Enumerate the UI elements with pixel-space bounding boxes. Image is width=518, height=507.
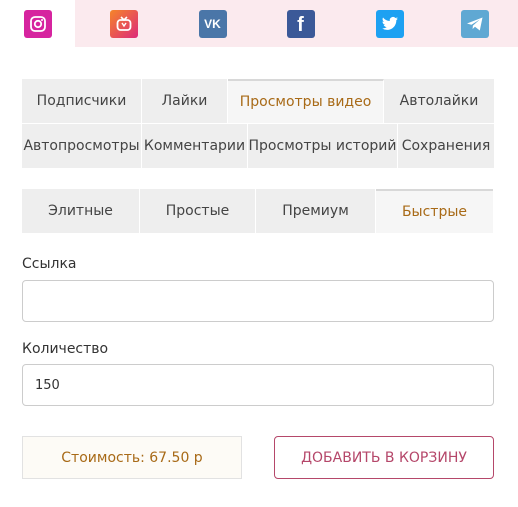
vk-icon: VK xyxy=(198,9,227,38)
link-label: Ссылка xyxy=(22,256,77,272)
tab-story-views[interactable]: Просмотры историй xyxy=(248,124,398,168)
tab-simple[interactable]: Простые xyxy=(140,189,256,233)
twitter-icon xyxy=(376,9,404,38)
quantity-input[interactable] xyxy=(22,364,494,406)
tab-elite[interactable]: Элитные xyxy=(22,189,140,233)
social-tab-instagram[interactable] xyxy=(0,0,75,47)
quantity-label: Количество xyxy=(22,341,109,357)
tab-subscribers[interactable]: Подписчики xyxy=(22,79,142,123)
telegram-icon xyxy=(460,9,489,38)
instagram-icon xyxy=(23,9,52,38)
tab-comments[interactable]: Комментарии xyxy=(142,124,248,168)
tab-saves[interactable]: Сохранения xyxy=(398,124,494,168)
tab-likes[interactable]: Лайки xyxy=(142,79,228,123)
tab-auto-likes[interactable]: Автолайки xyxy=(384,79,494,123)
tab-premium[interactable]: Премиум xyxy=(256,189,376,233)
quality-tabs: Элитные Простые Премиум Быстрые xyxy=(22,189,493,233)
service-tabs-row-2: Автопросмотры Комментарии Просмотры исто… xyxy=(22,124,494,168)
link-input[interactable] xyxy=(22,280,494,322)
social-tab-telegram[interactable] xyxy=(431,0,518,47)
tab-fast[interactable]: Быстрые xyxy=(376,189,493,233)
vk-logo-glyph: VK xyxy=(204,16,221,31)
tab-video-views[interactable]: Просмотры видео xyxy=(228,79,384,123)
social-tab-igtv[interactable] xyxy=(75,0,173,47)
facebook-icon: f xyxy=(286,9,315,38)
facebook-logo-glyph: f xyxy=(297,14,304,36)
tab-auto-views[interactable]: Автопросмотры xyxy=(22,124,142,168)
social-tab-vk[interactable]: VK xyxy=(173,0,252,47)
social-tab-facebook[interactable]: f xyxy=(252,0,349,47)
social-network-bar: VK f xyxy=(0,0,518,47)
service-tabs-row-1: Подписчики Лайки Просмотры видео Автолай… xyxy=(22,79,494,123)
add-to-cart-button[interactable]: ДОБАВИТЬ В КОРЗИНУ xyxy=(274,436,494,479)
social-tab-twitter[interactable] xyxy=(349,0,431,47)
price-display: Стоимость: 67.50 р xyxy=(22,436,242,479)
igtv-icon xyxy=(110,9,138,38)
